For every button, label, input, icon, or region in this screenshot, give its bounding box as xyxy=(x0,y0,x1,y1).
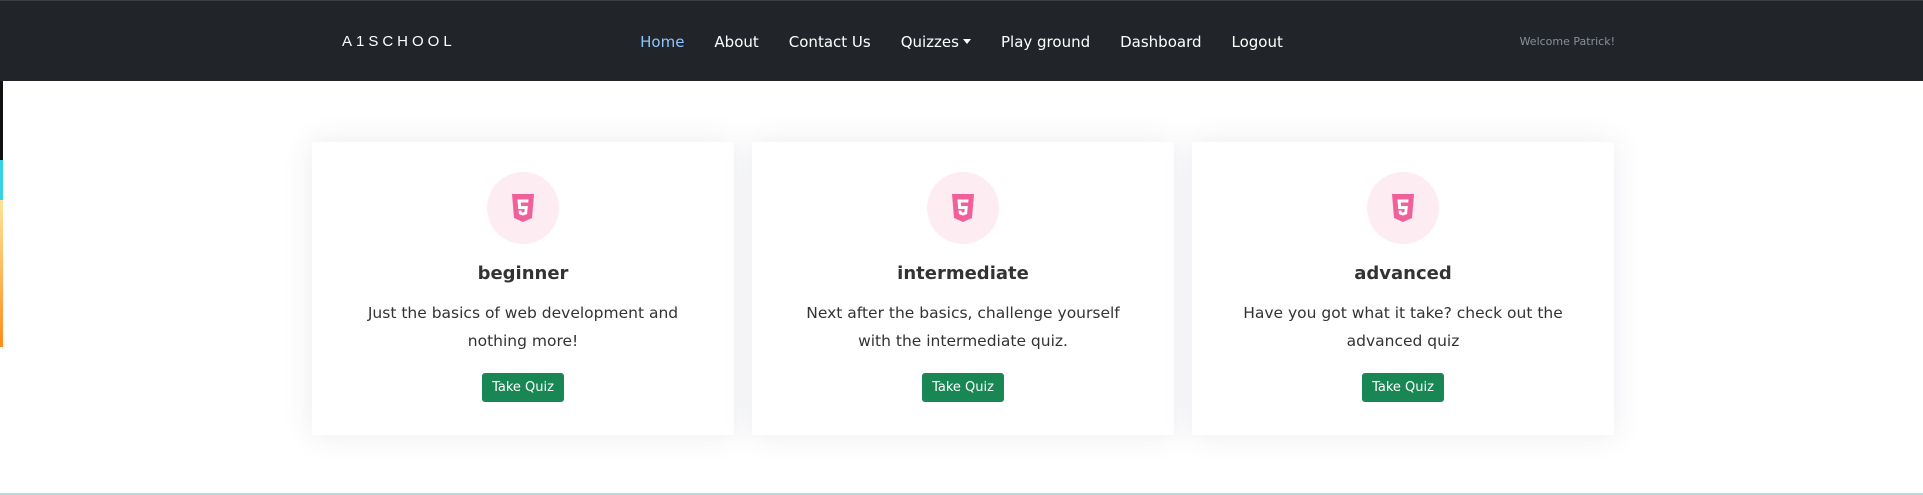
quiz-card-beginner: beginner Just the basics of web developm… xyxy=(312,142,734,435)
icon-circle xyxy=(927,172,999,244)
card-title: advanced xyxy=(1354,263,1452,284)
html5-icon xyxy=(512,194,534,222)
nav-play-ground[interactable]: Play ground xyxy=(1001,33,1090,51)
nav-home[interactable]: Home xyxy=(640,33,684,51)
quiz-cards: beginner Just the basics of web developm… xyxy=(312,142,1614,435)
nav-links: Home About Contact Us Quizzes Play groun… xyxy=(0,1,1923,82)
html5-icon xyxy=(952,194,974,222)
icon-circle xyxy=(487,172,559,244)
card-description: Just the basics of web development and n… xyxy=(367,304,679,350)
top-navbar: A1SCHOOL Home About Contact Us Quizzes P… xyxy=(0,0,1923,81)
nav-dashboard[interactable]: Dashboard xyxy=(1120,33,1201,51)
welcome-message: Welcome Patrick! xyxy=(1519,35,1615,48)
quiz-card-advanced: advanced Have you got what it take? chec… xyxy=(1192,142,1614,435)
icon-circle xyxy=(1367,172,1439,244)
take-quiz-button[interactable]: Take Quiz xyxy=(482,373,564,402)
quiz-card-intermediate: intermediate Next after the basics, chal… xyxy=(752,142,1174,435)
nav-contact-us[interactable]: Contact Us xyxy=(789,33,871,51)
nav-about[interactable]: About xyxy=(714,33,758,51)
take-quiz-button[interactable]: Take Quiz xyxy=(1362,373,1444,402)
card-title: intermediate xyxy=(897,263,1029,284)
card-description: Next after the basics, challenge yoursel… xyxy=(806,304,1120,350)
brand-logo[interactable]: A1SCHOOL xyxy=(342,1,456,82)
nav-quizzes-dropdown[interactable]: Quizzes xyxy=(901,33,971,51)
left-edge-artifact xyxy=(0,60,3,347)
card-title: beginner xyxy=(477,263,569,284)
nav-quizzes-label: Quizzes xyxy=(900,32,959,51)
caret-down-icon xyxy=(962,39,971,44)
html5-icon xyxy=(1392,194,1414,222)
nav-logout[interactable]: Logout xyxy=(1232,33,1283,51)
take-quiz-button[interactable]: Take Quiz xyxy=(922,373,1004,402)
card-description: Have you got what it take? check out the… xyxy=(1243,304,1563,350)
